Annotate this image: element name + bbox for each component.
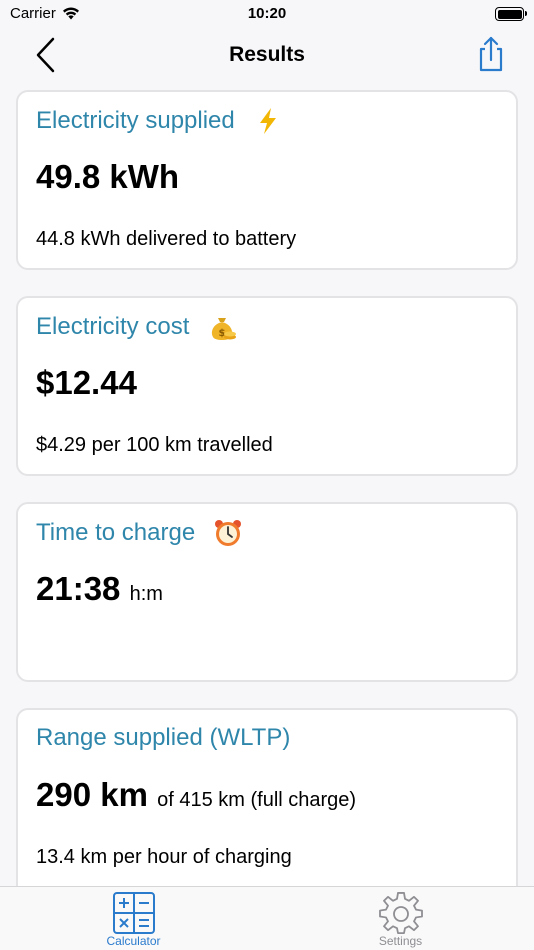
calculator-icon [113,892,155,934]
card-title: Time to charge [36,519,196,546]
share-icon[interactable] [476,35,506,73]
tab-bar: Calculator Settings [0,886,534,950]
card-detail: 13.4 km per hour of charging [36,846,292,868]
gear-icon [379,892,423,935]
money-bag-icon: $ [212,318,237,340]
page-title: Results [229,43,305,66]
card-value: 290 km [36,776,148,813]
alarm-clock-icon [215,520,242,546]
card-value: 21:38 [36,570,121,607]
card-value: 49.8 kWh [36,158,180,195]
card-electricity-supplied: Electricity supplied 49.8 kWh 44.8 kWh d… [16,90,518,270]
card-range-supplied: Range supplied (WLTP) 290 km of 415 km (… [16,708,518,898]
card-title: Range supplied (WLTP) [36,724,291,751]
card-value: $12.44 [36,364,137,401]
tab-label: Calculator [106,934,161,948]
card-detail: $4.29 per 100 km travelled [36,434,273,456]
card-detail: 44.8 kWh delivered to battery [36,228,297,250]
tab-settings[interactable]: Settings [267,887,534,950]
card-value-unit: of 415 km (full charge) [157,789,357,811]
lightning-icon [259,108,276,134]
card-time-to-charge: Time to charge 21:38 h:m [16,502,518,682]
status-time: 10:20 [247,5,287,22]
tab-label: Settings [378,934,423,948]
status-bar: Carrier 10:20 [0,0,534,30]
battery-icon [495,7,527,21]
card-electricity-cost: Electricity cost $ $12.44 $4.29 per 100 … [16,296,518,476]
navigation-bar: Results [0,30,534,80]
card-title: Electricity cost [36,313,190,340]
card-value-unit: h:m [129,583,163,605]
tab-calculator[interactable]: Calculator [0,887,267,950]
card-title: Electricity supplied [36,107,235,134]
